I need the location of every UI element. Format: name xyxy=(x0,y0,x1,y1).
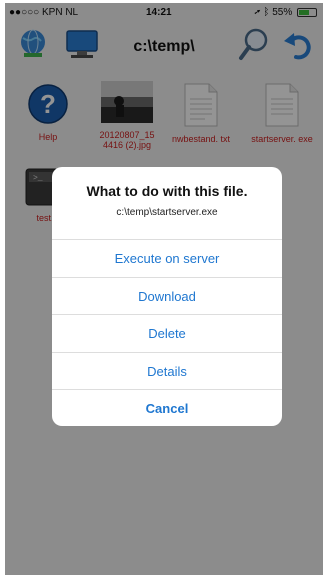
download-button[interactable]: Download xyxy=(52,277,282,315)
delete-button[interactable]: Delete xyxy=(52,314,282,352)
cancel-button[interactable]: Cancel xyxy=(52,389,282,426)
file-action-dialog: What to do with this file. c:\temp\start… xyxy=(52,167,282,426)
execute-on-server-button[interactable]: Execute on server xyxy=(52,239,282,277)
app-screen: ●●○○○ KPN NL 14:21 ➚ ᛒ 55% c:\temp\ ? He… xyxy=(5,3,323,575)
details-button[interactable]: Details xyxy=(52,352,282,390)
dialog-file-path: c:\temp\startserver.exe xyxy=(116,207,218,218)
dialog-title: What to do with this file. xyxy=(86,183,248,199)
